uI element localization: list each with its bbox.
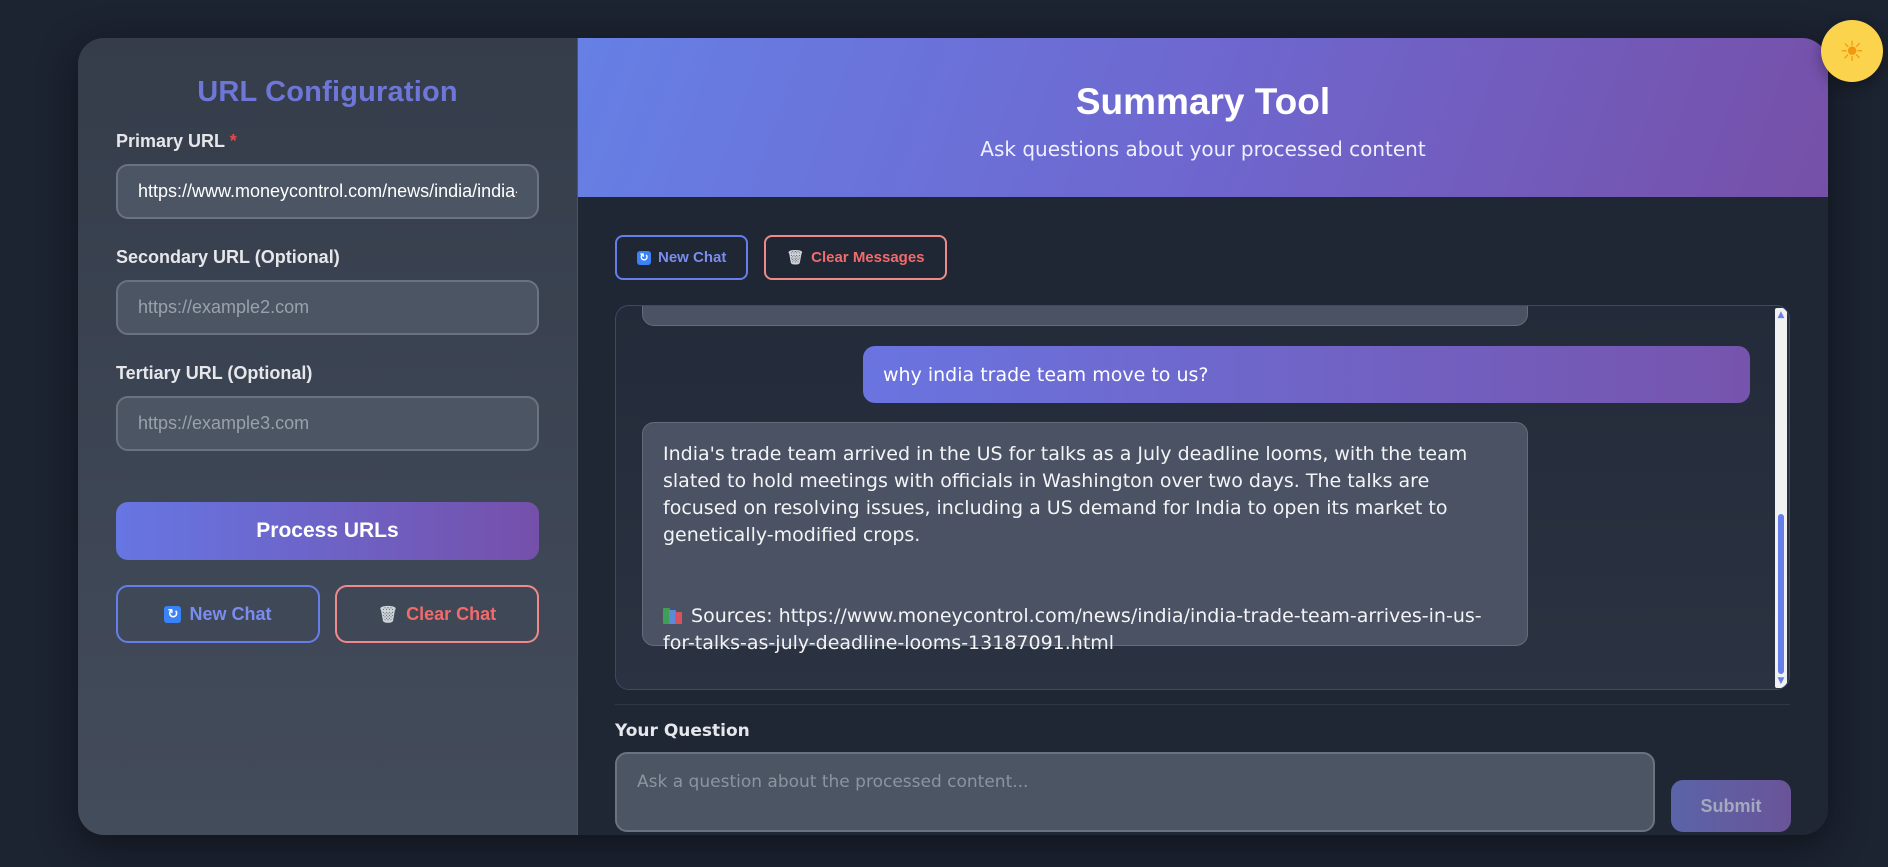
chat-toolbar: ↻ New Chat 🗑 Clear Messages — [615, 235, 1791, 280]
sidebar-clear-chat-label: Clear Chat — [406, 603, 497, 624]
new-chat-label: New Chat — [658, 249, 727, 266]
secondary-url-input[interactable] — [116, 280, 539, 335]
question-label: Your Question — [615, 721, 750, 741]
sidebar-actions: ↻ New Chat 🗑 Clear Chat — [116, 585, 539, 643]
url-config-sidebar: URL Configuration Primary URL * Secondar… — [78, 38, 578, 835]
new-chat-button[interactable]: ↻ New Chat — [615, 235, 749, 280]
page-header: Summary Tool Ask questions about your pr… — [578, 38, 1828, 197]
bot-message-text: India's trade team arrived in the US for… — [663, 443, 1468, 546]
user-message-text: why india trade team move to us? — [883, 363, 1209, 386]
primary-url-input[interactable] — [116, 164, 539, 219]
trash-icon: 🗑 — [786, 249, 805, 266]
primary-url-label: Primary URL * — [116, 131, 237, 151]
previous-bot-message — [642, 306, 1528, 326]
sources-line: Sources: https://www.moneycontrol.com/ne… — [663, 603, 1507, 657]
question-input[interactable] — [615, 752, 1655, 832]
sources-prefix: Sources: — [691, 605, 773, 627]
clear-messages-label: Clear Messages — [811, 249, 925, 266]
sidebar-new-chat-label: New Chat — [189, 603, 272, 624]
scroll-up-arrow-icon[interactable]: ▲ — [1775, 308, 1787, 322]
theme-toggle-button[interactable]: ☀ — [1821, 20, 1883, 82]
sources-url[interactable]: https://www.moneycontrol.com/news/india/… — [663, 605, 1482, 654]
refresh-icon: ↻ — [637, 250, 651, 265]
page-title: Summary Tool — [1075, 81, 1331, 122]
chat-messages[interactable]: why india trade team move to us? India's… — [615, 305, 1790, 690]
required-marker: * — [229, 131, 237, 151]
app-window: URL Configuration Primary URL * Secondar… — [78, 38, 1828, 835]
tertiary-url-label: Tertiary URL (Optional) — [116, 363, 313, 383]
sidebar-clear-chat-button[interactable]: 🗑 Clear Chat — [335, 585, 539, 643]
refresh-icon: ↻ — [164, 605, 182, 623]
books-icon — [663, 606, 685, 624]
secondary-url-label: Secondary URL (Optional) — [116, 247, 340, 267]
bot-message: India's trade team arrived in the US for… — [642, 422, 1528, 654]
scroll-thumb[interactable] — [1778, 514, 1784, 674]
scroll-down-arrow-icon[interactable]: ▼ — [1775, 674, 1787, 688]
process-urls-button[interactable]: Process URLs — [116, 502, 539, 560]
clear-messages-button[interactable]: 🗑 Clear Messages — [764, 235, 947, 280]
user-message: why india trade team move to us? — [863, 346, 1750, 403]
sidebar-title: URL Configuration — [197, 76, 458, 108]
trash-icon: 🗑 — [377, 604, 399, 624]
main-panel: Summary Tool Ask questions about your pr… — [578, 38, 1828, 835]
chat-scrollbar[interactable]: ▲ ▼ — [1775, 308, 1787, 688]
question-row: Submit — [615, 752, 1791, 832]
page-subtitle: Ask questions about your processed conte… — [980, 137, 1426, 161]
divider — [615, 704, 1790, 705]
sun-icon: ☀ — [1839, 34, 1865, 68]
submit-button[interactable]: Submit — [1671, 780, 1791, 832]
tertiary-url-input[interactable] — [116, 396, 539, 451]
chat-section: ↻ New Chat 🗑 Clear Messages why india tr… — [578, 197, 1828, 835]
sidebar-new-chat-button[interactable]: ↻ New Chat — [116, 585, 320, 643]
